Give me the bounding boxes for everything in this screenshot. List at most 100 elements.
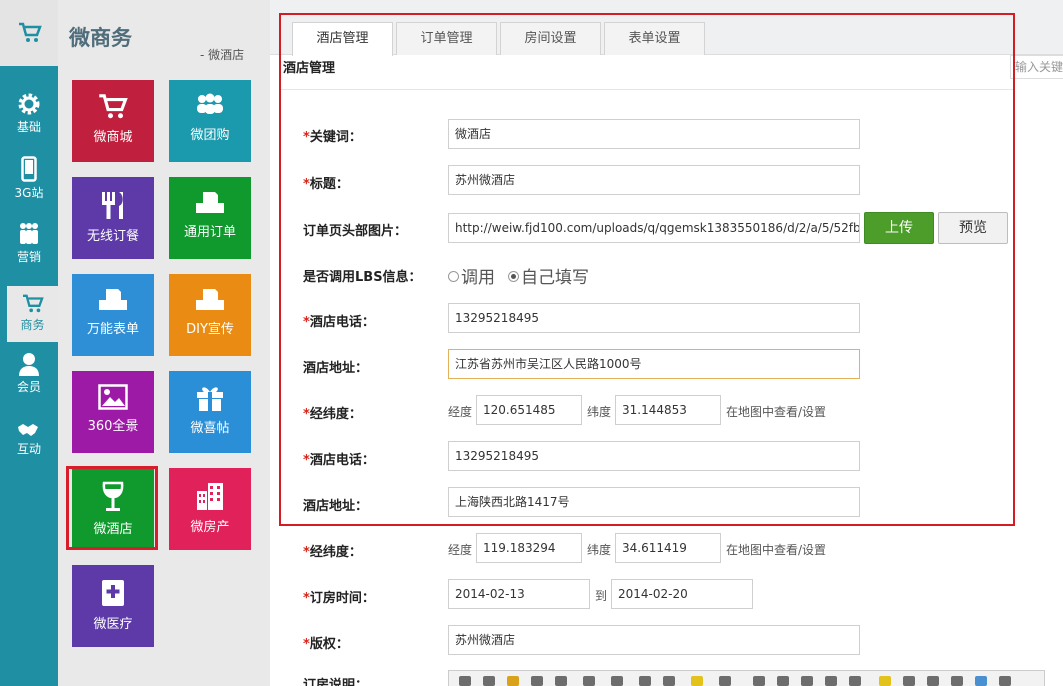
radio-off-icon[interactable]	[448, 271, 459, 282]
map-link-1[interactable]: 在地图中查看/设置	[726, 403, 826, 420]
align-right-icon[interactable]	[801, 676, 813, 686]
editor-tool-icon[interactable]	[507, 676, 519, 686]
tab-form-settings[interactable]: 表单设置	[604, 22, 705, 55]
module-tile-ordering[interactable]: 无线订餐	[72, 177, 154, 259]
editor-tool-icon[interactable]	[719, 676, 731, 686]
people-icon	[20, 223, 38, 244]
section-title: 酒店管理	[283, 61, 336, 76]
module-tile-universal-form[interactable]: 万能表单	[72, 274, 154, 356]
keyword-input[interactable]: 微酒店	[448, 119, 860, 149]
phone-input-2[interactable]: 13295218495	[448, 441, 860, 471]
group-icon	[197, 93, 223, 114]
label-lbs: 是否调用LBS信息：	[303, 270, 422, 285]
cart-icon[interactable]	[18, 22, 42, 44]
preview-button[interactable]: 预览	[938, 212, 1008, 244]
building-icon	[197, 483, 223, 510]
emoji-icon[interactable]	[879, 676, 891, 686]
rail-item-label: 会员	[16, 380, 41, 394]
gift-icon	[197, 387, 223, 411]
editor-tool-icon[interactable]	[975, 676, 987, 686]
editor-tool-icon[interactable]	[459, 676, 471, 686]
search-input[interactable]: 输入关键	[1010, 55, 1063, 79]
left-rail: 基础 3G站 营销 商务 会员 互动	[0, 0, 58, 686]
module-tile-invitation[interactable]: 微喜帖	[169, 371, 251, 453]
editor-tool-icon[interactable]	[555, 676, 567, 686]
lng-input-2[interactable]: 119.183294	[476, 533, 582, 563]
lng-label-2: 经度	[448, 543, 473, 557]
highlight-icon[interactable]	[691, 676, 703, 686]
editor-tool-icon[interactable]	[927, 676, 939, 686]
map-link-2[interactable]: 在地图中查看/设置	[726, 541, 826, 558]
handshake-icon	[18, 424, 38, 436]
tab-hotel-management[interactable]: 酒店管理	[292, 22, 393, 56]
rail-item-label: 3G站	[14, 186, 44, 200]
radio-lbs-use[interactable]: 调用	[448, 263, 495, 288]
align-center-icon[interactable]	[777, 676, 789, 686]
rail-item-label: 互动	[16, 442, 41, 456]
module-tile-medical[interactable]: 微医疗	[72, 565, 154, 647]
app-brand-sub: - 微酒店	[200, 48, 245, 62]
upload-button[interactable]: 上传	[864, 212, 934, 244]
lng-label-1: 经度	[448, 405, 473, 419]
list-icon[interactable]	[849, 676, 861, 686]
lat-label-1: 纬度	[587, 405, 612, 419]
copyright-input[interactable]: 苏州微酒店	[448, 625, 860, 655]
divider	[281, 89, 1014, 90]
address-input-2[interactable]: 上海陕西北路1417号	[448, 487, 860, 517]
label-address-2: 酒店地址：	[303, 499, 369, 514]
module-tile-realestate[interactable]: 微房产	[169, 468, 251, 550]
module-tile-groupbuy[interactable]: 微团购	[169, 80, 251, 162]
editor-tool-icon[interactable]	[663, 676, 675, 686]
booking-end-input[interactable]: 2014-02-20	[611, 579, 753, 609]
radio-on-icon[interactable]	[508, 271, 519, 282]
tab-order-management[interactable]: 订单管理	[396, 22, 497, 55]
rail-item-marketing[interactable]: 营销	[0, 222, 58, 282]
lat-input-1[interactable]: 31.144853	[615, 395, 721, 425]
booking-to-label: 到	[595, 589, 608, 603]
rail-item-interact[interactable]: 互动	[0, 422, 58, 482]
rail-top	[0, 0, 58, 66]
cart-icon	[22, 294, 44, 313]
radio-lbs-manual[interactable]: 自己填写	[508, 263, 589, 288]
list-icon[interactable]	[825, 676, 837, 686]
title-input[interactable]: 苏州微酒店	[448, 165, 860, 195]
module-label: 360全景	[87, 419, 139, 434]
medical-book-icon	[102, 580, 124, 606]
lat-input-2[interactable]: 34.611419	[615, 533, 721, 563]
module-label: 无线订餐	[86, 229, 139, 244]
module-label: 万能表单	[86, 322, 139, 337]
editor-tool-icon[interactable]	[611, 676, 623, 686]
editor-tool-icon[interactable]	[951, 676, 963, 686]
module-label: 微房产	[190, 520, 230, 535]
editor-tool-icon[interactable]	[531, 676, 543, 686]
address-input-1[interactable]: 江苏省苏州市吴江区人民路1000号	[448, 349, 860, 379]
booking-start-input[interactable]: 2014-02-13	[448, 579, 590, 609]
label-coords-2: *经纬度：	[303, 545, 362, 560]
phone-input-1[interactable]: 13295218495	[448, 303, 860, 333]
rail-item-member[interactable]: 会员	[0, 352, 58, 412]
editor-tool-icon[interactable]	[999, 676, 1011, 686]
rail-item-3g[interactable]: 3G站	[0, 156, 58, 216]
module-tile-diy[interactable]: DIY宣传	[169, 274, 251, 356]
editor-tool-icon[interactable]	[583, 676, 595, 686]
tab-room-settings[interactable]: 房间设置	[500, 22, 601, 55]
label-phone-2: *酒店电话：	[303, 453, 375, 468]
header-image-input[interactable]: http://weiw.fjd100.com/uploads/q/qgemsk1…	[448, 213, 860, 243]
module-tile-general-order[interactable]: 通用订单	[169, 177, 251, 259]
rail-item-label: 营销	[16, 250, 41, 264]
bold-icon[interactable]	[639, 676, 651, 686]
module-tile-mall[interactable]: 微商城	[72, 80, 154, 162]
lng-input-1[interactable]: 120.651485	[476, 395, 582, 425]
label-keyword: *关键词：	[303, 130, 362, 145]
label-coords-1: *经纬度：	[303, 407, 362, 422]
label-copyright: *版权：	[303, 637, 349, 652]
align-left-icon[interactable]	[753, 676, 765, 686]
rail-item-commerce[interactable]: 商务	[7, 286, 58, 342]
module-tile-panorama[interactable]: 360全景	[72, 371, 154, 453]
editor-tool-icon[interactable]	[483, 676, 495, 686]
module-label: 通用订单	[183, 225, 236, 240]
lat-label-2: 纬度	[587, 543, 612, 557]
rail-item-basic[interactable]: 基础	[0, 92, 58, 152]
image-icon[interactable]	[903, 676, 915, 686]
label-address-1: 酒店地址：	[303, 361, 369, 376]
